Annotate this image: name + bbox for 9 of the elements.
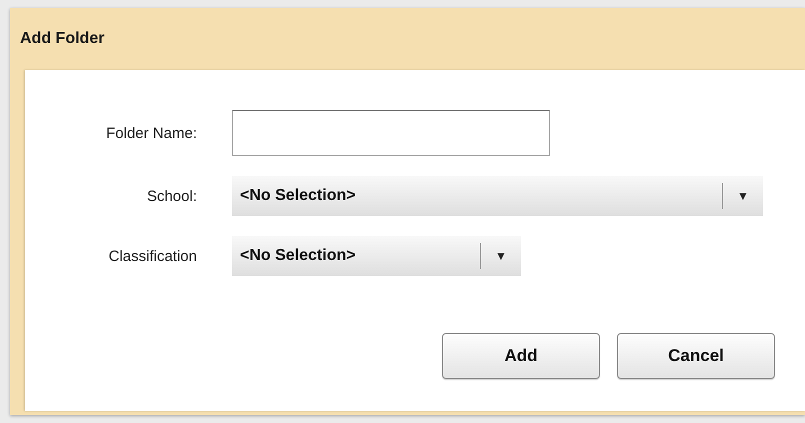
dropdown[interactable]: <No Selection> ▼ <box>232 176 763 216</box>
dropdown[interactable]: <No Selection> ▼ <box>232 236 521 276</box>
input-field[interactable] <box>232 110 550 156</box>
window-title: Add Folder <box>20 30 104 48</box>
field-label: School: <box>146 188 197 204</box>
dialog-button[interactable]: Cancel <box>617 333 775 379</box>
field-label: Classification <box>108 248 197 264</box>
field-label: Folder Name: <box>106 124 197 142</box>
dialog-button[interactable]: Add <box>442 333 600 379</box>
